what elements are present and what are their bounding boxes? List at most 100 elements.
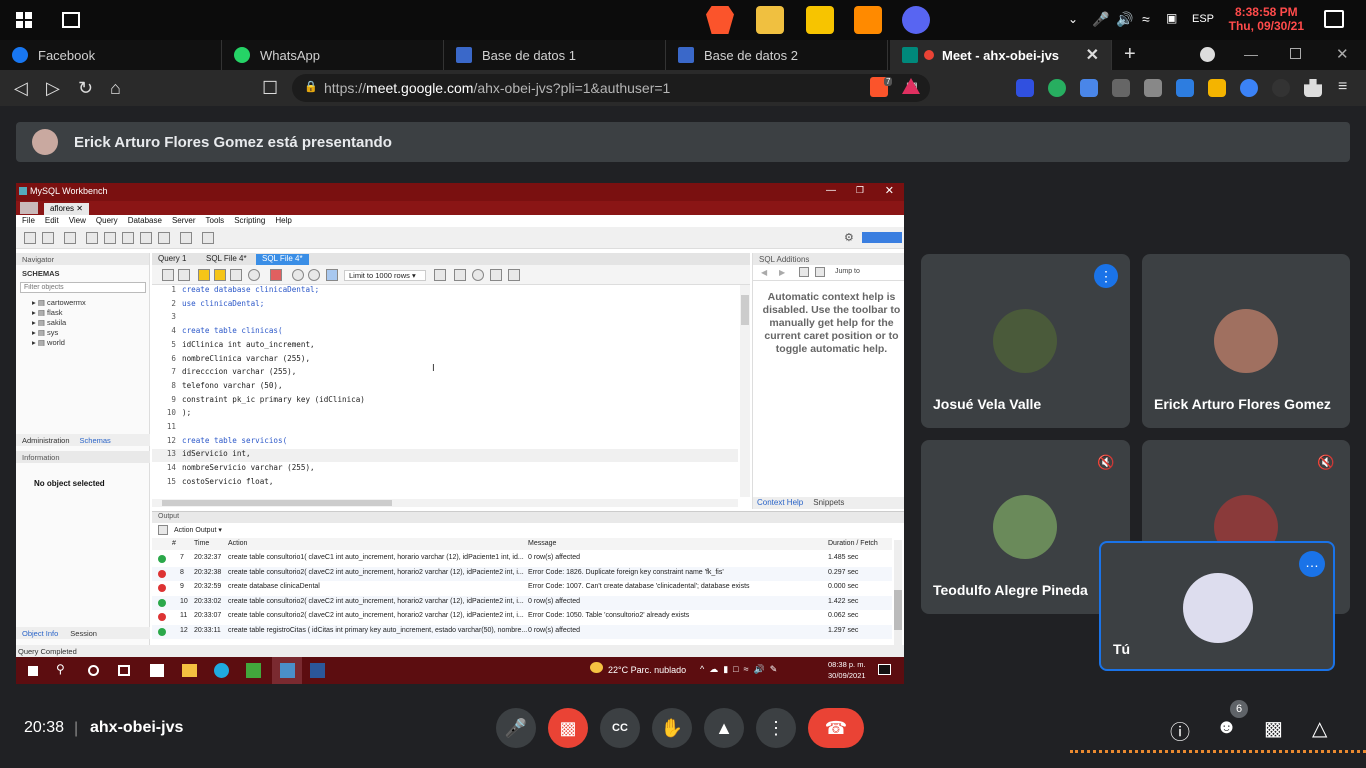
output-scrollbar[interactable] bbox=[894, 540, 902, 648]
add-extension-icon[interactable] bbox=[1048, 79, 1066, 97]
rollback-icon[interactable] bbox=[308, 269, 320, 281]
minimize-icon[interactable]: — bbox=[1244, 46, 1258, 62]
record-extension-icon[interactable] bbox=[1272, 79, 1290, 97]
execute-icon[interactable] bbox=[198, 269, 210, 281]
raise-hand-button[interactable]: ✋ bbox=[652, 708, 692, 748]
menu-tools[interactable]: Tools bbox=[206, 216, 225, 227]
menu-help[interactable]: Help bbox=[275, 216, 291, 227]
tab-sql-file-active[interactable]: SQL File 4* bbox=[256, 254, 309, 265]
brave-rewards-icon[interactable] bbox=[902, 78, 920, 94]
reload-icon[interactable]: ↻ bbox=[78, 78, 93, 99]
action-output-select[interactable]: Action Output ▾ bbox=[174, 526, 222, 534]
menu-database[interactable]: Database bbox=[128, 216, 162, 227]
open-sql-icon[interactable] bbox=[42, 232, 54, 244]
spy-extension-icon[interactable] bbox=[1144, 79, 1162, 97]
brave-taskbar-icon[interactable] bbox=[706, 6, 734, 34]
wb-maximize-icon[interactable]: ❐ bbox=[856, 185, 864, 196]
output-row[interactable]: 8 20:32:38 create table consultorio2( clav… bbox=[152, 566, 892, 581]
stop-icon[interactable] bbox=[248, 269, 260, 281]
open-file-icon[interactable] bbox=[162, 269, 174, 281]
create-schema-icon[interactable] bbox=[86, 232, 98, 244]
commit-icon[interactable] bbox=[292, 269, 304, 281]
sublime-taskbar-icon[interactable] bbox=[854, 6, 882, 34]
explain-icon[interactable] bbox=[230, 269, 242, 281]
filter-objects-input[interactable] bbox=[20, 282, 146, 293]
editor-horizontal-scrollbar[interactable] bbox=[152, 499, 738, 507]
schema-item[interactable]: ▸ ▤ world bbox=[16, 337, 149, 347]
schema-item[interactable]: ▸ ▤ cartowermx bbox=[16, 297, 149, 307]
new-tab-button[interactable]: + bbox=[1124, 43, 1136, 66]
next-icon[interactable]: ▶ bbox=[779, 268, 785, 277]
output-row[interactable]: 7 20:32:37 create table consultorio1( clav… bbox=[152, 552, 892, 566]
autocommit-icon[interactable] bbox=[326, 269, 338, 281]
schema-item[interactable]: ▸ ▤ flask bbox=[16, 307, 149, 317]
participant-tile[interactable]: Erick Arturo Flores Gomez bbox=[1142, 254, 1350, 428]
reconnect-icon[interactable] bbox=[202, 232, 214, 244]
tab-schemas[interactable]: Schemas bbox=[80, 436, 111, 445]
bookmark-icon[interactable]: ☐ bbox=[262, 78, 278, 99]
meeting-info-icon[interactable]: ⓘ bbox=[1170, 716, 1190, 745]
tab-facebook[interactable]: Facebook bbox=[0, 40, 222, 70]
menu-icon[interactable]: ≡ bbox=[1338, 78, 1347, 96]
invisible-chars-icon[interactable] bbox=[490, 269, 502, 281]
present-button[interactable]: ▲ bbox=[704, 708, 744, 748]
mic-tray-icon[interactable]: 🎤 bbox=[1092, 11, 1109, 28]
editor-vertical-scrollbar[interactable] bbox=[740, 285, 750, 497]
toggle-stop-icon[interactable] bbox=[270, 269, 282, 281]
discord-taskbar-icon[interactable] bbox=[902, 6, 930, 34]
output-row[interactable]: 10 20:33:02 create table consultorio2( cla… bbox=[152, 595, 892, 610]
activities-icon[interactable]: △ bbox=[1312, 716, 1327, 741]
auto-help-icon[interactable] bbox=[815, 267, 825, 277]
connection-tab[interactable]: aflores ✕ bbox=[44, 203, 89, 215]
output-row[interactable]: 9 20:32:59 create database clinicaDental Er… bbox=[152, 581, 892, 595]
pdf-taskbar-icon[interactable] bbox=[806, 6, 834, 34]
wb-close-icon[interactable]: ✕ bbox=[885, 184, 894, 197]
tab-context-help[interactable]: Context Help bbox=[757, 498, 803, 508]
tab-search-icon[interactable] bbox=[1200, 47, 1215, 62]
restore-icon[interactable] bbox=[1290, 48, 1301, 59]
more-options-button[interactable]: ⋮ bbox=[756, 708, 796, 748]
inspector-icon[interactable] bbox=[64, 232, 76, 244]
tab-query-1[interactable]: Query 1 bbox=[152, 254, 192, 265]
captions-button[interactable]: CC bbox=[600, 708, 640, 748]
limit-rows-select[interactable]: Limit to 1000 rows ▾ bbox=[344, 270, 426, 281]
home-icon[interactable]: ⌂ bbox=[110, 78, 121, 99]
url-field[interactable]: 🔒 https://meet.google.com/ahx-obei-jvs?p… bbox=[292, 74, 930, 102]
find-icon[interactable] bbox=[472, 269, 484, 281]
leave-call-button[interactable]: ☎ bbox=[808, 708, 864, 748]
create-function-icon[interactable] bbox=[158, 232, 170, 244]
window-close-icon[interactable]: ✕ bbox=[1336, 45, 1349, 63]
tab-administration[interactable]: Administration bbox=[22, 436, 70, 445]
tab-meet[interactable]: Meet - ahx-obei-jvs ✕ bbox=[890, 40, 1112, 70]
camera-off-button[interactable]: ▩ bbox=[548, 708, 588, 748]
tab-object-info[interactable]: Object Info bbox=[22, 629, 58, 638]
code-area[interactable]: 1 create database clinicaDental; 2 use cli… bbox=[152, 285, 750, 497]
extensions-puzzle-icon[interactable] bbox=[1304, 79, 1322, 97]
tab-whatsapp[interactable]: WhatsApp bbox=[222, 40, 444, 70]
output-row[interactable]: 12 20:33:11 create table registroCitas ( i… bbox=[152, 624, 892, 639]
jump-to-select[interactable]: Jump to bbox=[835, 268, 860, 275]
tab-base-de-datos-1[interactable]: Base de datos 1 bbox=[444, 40, 666, 70]
volume-tray-icon[interactable]: 🔊 bbox=[1116, 11, 1133, 28]
participant-tile[interactable]: ⋮ Josué Vela Valle bbox=[921, 254, 1130, 428]
layout-toggle-icon[interactable] bbox=[862, 232, 902, 243]
menu-query[interactable]: Query bbox=[96, 216, 118, 227]
tray-chevron-icon[interactable]: ⌄ bbox=[1068, 12, 1078, 26]
menu-file[interactable]: File bbox=[22, 216, 35, 227]
settings-gear-icon[interactable]: ⚙ bbox=[844, 231, 854, 244]
menu-view[interactable]: View bbox=[69, 216, 86, 227]
close-tab-icon[interactable]: ✕ bbox=[1086, 45, 1099, 65]
sync-extension-icon[interactable] bbox=[1176, 79, 1194, 97]
create-procedure-icon[interactable] bbox=[140, 232, 152, 244]
beautify-icon[interactable] bbox=[454, 269, 466, 281]
home-tab-icon[interactable] bbox=[20, 202, 38, 214]
chat-icon[interactable]: ▩ bbox=[1264, 716, 1283, 741]
language-indicator[interactable]: ESP bbox=[1192, 13, 1214, 25]
self-view-tile[interactable]: … Tú bbox=[1099, 541, 1335, 671]
create-table-icon[interactable] bbox=[104, 232, 116, 244]
tab-base-de-datos-2[interactable]: Base de datos 2 bbox=[666, 40, 888, 70]
task-view-icon[interactable] bbox=[62, 12, 80, 28]
bookmark-star-icon[interactable] bbox=[434, 269, 446, 281]
forward-icon[interactable]: ▷ bbox=[46, 78, 60, 99]
window-extension-icon[interactable] bbox=[1112, 79, 1130, 97]
